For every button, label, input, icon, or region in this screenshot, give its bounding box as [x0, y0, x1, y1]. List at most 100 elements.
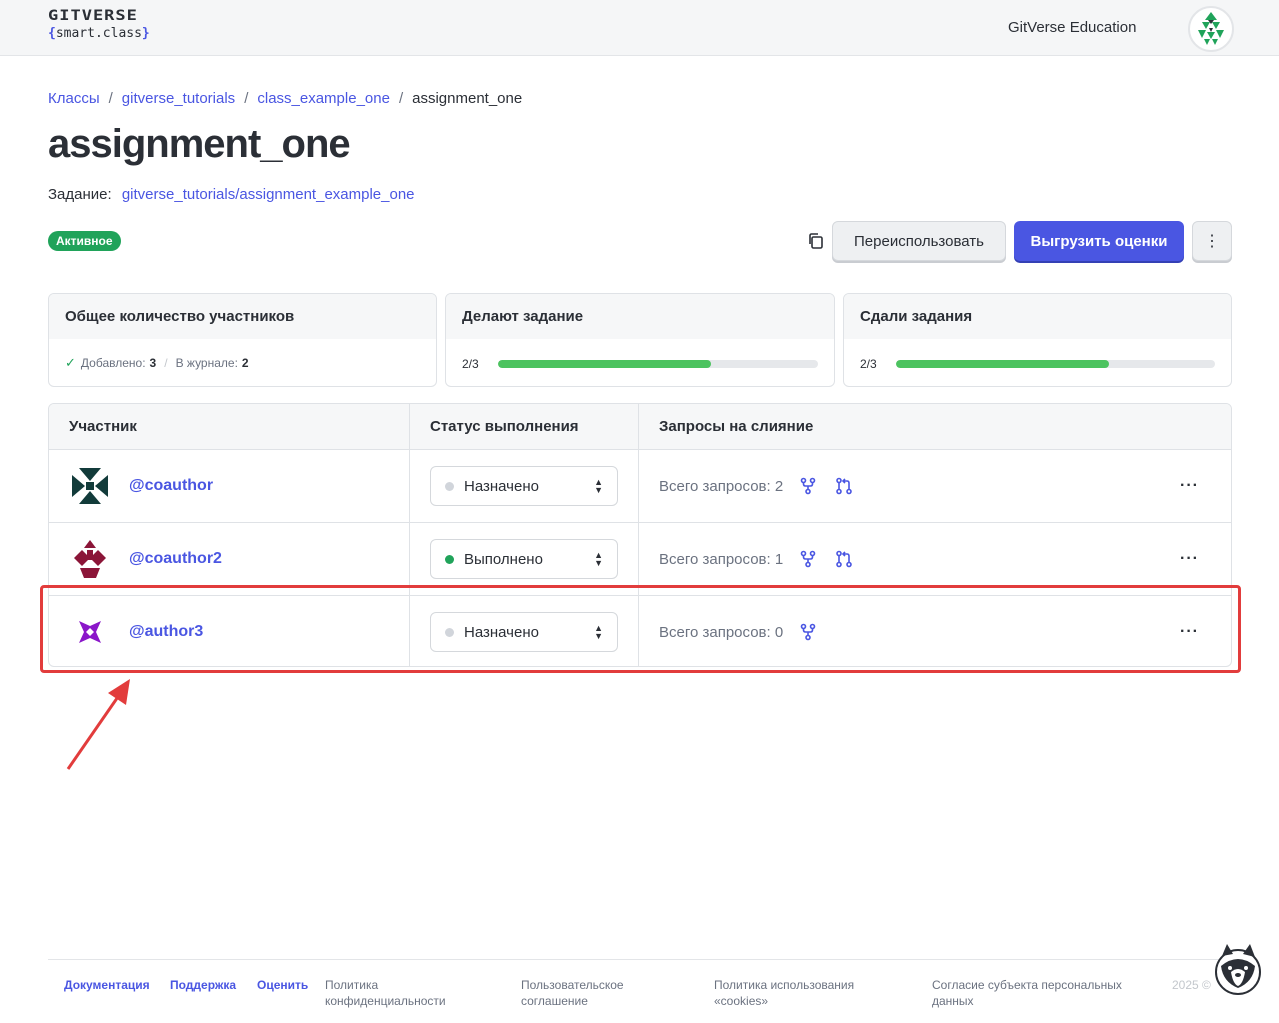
copy-icon[interactable] — [806, 231, 826, 251]
status-cell: Выполнено ▲ ▼ — [410, 523, 639, 595]
footer-cookies-line1: Политика использования — [714, 978, 855, 992]
in-progress-bar — [498, 360, 818, 368]
added-value: 3 — [149, 356, 157, 370]
footer-support-link[interactable]: Поддержка — [170, 977, 236, 993]
stats-separator: / — [164, 356, 168, 370]
breadcrumb: Классы / gitverse_tutorials / class_exam… — [48, 90, 522, 107]
requests-cell: Всего запросов: 2 ··· — [639, 450, 1231, 522]
submitted-card-body: 2/3 — [844, 339, 1231, 386]
status-cell: Назначено ▲ ▼ — [410, 596, 639, 666]
participant-cell: @coauthor — [49, 450, 410, 522]
table-row: @coauthor2 Выполнено ▲ ▼ Всего запросов: … — [49, 522, 1231, 595]
submitted-fraction: 2/3 — [860, 357, 877, 371]
participant-cell: @coauthor2 — [49, 523, 410, 595]
journal-label: В журнале: — [175, 356, 238, 370]
footer-cookies-link[interactable]: Политика использования «cookies» — [714, 977, 854, 1009]
reuse-button[interactable]: Переиспользовать — [832, 221, 1006, 261]
footer-docs-link[interactable]: Документация — [64, 977, 150, 993]
submitted-card: Сдали задания 2/3 — [843, 293, 1232, 387]
table-header: Участник Статус выполнения Запросы на сл… — [49, 404, 1231, 449]
logo-wordmark: GITVERSE — [48, 7, 138, 25]
status-badge: Активное — [48, 231, 121, 251]
organization-name[interactable]: GitVerse Education — [1008, 19, 1136, 36]
column-header-status: Статус выполнения — [410, 404, 639, 449]
footer-terms-link[interactable]: Пользовательское соглашение — [521, 977, 624, 1009]
table-row: @author3 Назначено ▲ ▼ Всего запросов: 0 … — [49, 595, 1231, 666]
participants-table: Участник Статус выполнения Запросы на сл… — [48, 403, 1232, 667]
footer-terms-line1: Пользовательское — [521, 978, 624, 992]
select-arrows-icon: ▲ ▼ — [594, 623, 603, 641]
in-progress-bar-fill — [498, 360, 712, 368]
user-avatar[interactable] — [69, 611, 111, 653]
footer-privacy-link[interactable]: Политика конфиденциальности — [325, 977, 446, 1009]
fork-icon[interactable] — [799, 623, 817, 641]
row-more-button[interactable]: ··· — [1180, 550, 1199, 568]
status-dot — [445, 554, 454, 564]
journal-value: 2 — [241, 356, 249, 370]
user-link[interactable]: @coauthor2 — [129, 550, 222, 568]
submitted-bar — [895, 360, 1215, 368]
in-progress-card-body: 2/3 — [446, 339, 834, 386]
fork-icon[interactable] — [799, 550, 817, 568]
requests-count: Всего запросов: 0 — [659, 623, 784, 641]
in-progress-card: Делают задание 2/3 — [445, 293, 835, 387]
added-label: Добавлено: — [80, 356, 146, 370]
select-arrows-icon: ▲ ▼ — [594, 477, 603, 495]
status-dot — [445, 627, 454, 637]
participants-card-body: ✓ Добавлено: 3 / В журнале: 2 — [49, 339, 436, 386]
top-bar: GITVERSE {smart.class} GitVerse Educatio… — [0, 0, 1279, 56]
assignment-repo-link[interactable]: gitverse_tutorials/assignment_example_on… — [122, 186, 415, 203]
row-more-button[interactable]: ··· — [1180, 623, 1199, 641]
user-link[interactable]: @author3 — [129, 623, 203, 641]
footer-copyright: 2025 © — [1172, 978, 1211, 992]
breadcrumb-class[interactable]: class_example_one — [257, 90, 390, 107]
row-more-button[interactable]: ··· — [1180, 477, 1199, 495]
logo-subtitle-text: smart.class — [55, 26, 142, 41]
footer-consent-link[interactable]: Согласие субъекта персональных данных — [932, 977, 1122, 1009]
breadcrumb-current: assignment_one — [412, 90, 523, 107]
logo-brace-close: } — [141, 26, 150, 41]
user-link[interactable]: @coauthor — [129, 477, 213, 495]
export-grades-button[interactable]: Выгрузить оценки — [1014, 221, 1184, 261]
pull-request-icon[interactable] — [835, 477, 853, 495]
more-actions-button[interactable]: ⋮ — [1192, 221, 1232, 261]
footer: Документация Поддержка Оценить Политика к… — [48, 959, 1232, 1023]
org-avatar-icon — [1198, 12, 1224, 45]
user-avatar[interactable] — [69, 465, 111, 507]
status-dot — [445, 481, 454, 491]
requests-cell: Всего запросов: 0 ··· — [639, 596, 1231, 666]
logo-brace-open: { — [48, 26, 56, 41]
status-value: Назначено — [464, 477, 539, 495]
annotation-arrow-icon — [66, 679, 130, 770]
breadcrumb-organization[interactable]: gitverse_tutorials — [122, 90, 235, 107]
participant-cell: @author3 — [49, 596, 410, 666]
participants-card: Общее количество участников ✓ Добавлено:… — [48, 293, 437, 387]
status-value: Назначено — [464, 623, 539, 641]
page-title: assignment_one — [48, 122, 351, 166]
logo-subtitle: {smart.class} — [48, 26, 150, 41]
footer-consent-line2: данных — [932, 994, 974, 1008]
status-select[interactable]: Назначено ▲ ▼ — [430, 466, 618, 506]
organization-avatar[interactable] — [1188, 6, 1234, 52]
assignment-label: Задание: — [48, 186, 112, 203]
requests-count: Всего запросов: 2 — [659, 477, 784, 495]
in-progress-card-title: Делают задание — [446, 294, 834, 339]
gitverse-logo[interactable]: GITVERSE {smart.class} — [48, 9, 150, 41]
mascot-assistant-icon[interactable] — [1213, 942, 1263, 996]
status-value: Выполнено — [464, 550, 543, 568]
footer-privacy-line1: Политика — [325, 978, 379, 992]
footer-rate-link[interactable]: Оценить — [257, 977, 308, 993]
check-icon: ✓ — [65, 355, 76, 370]
footer-consent-line1: Согласие субъекта персональных — [932, 978, 1122, 992]
requests-count: Всего запросов: 1 — [659, 550, 784, 568]
status-select[interactable]: Выполнено ▲ ▼ — [430, 539, 618, 579]
assignment-line: Задание: gitverse_tutorials/assignment_e… — [48, 186, 415, 203]
status-select[interactable]: Назначено ▲ ▼ — [430, 612, 618, 652]
footer-privacy-line2: конфиденциальности — [325, 994, 446, 1008]
footer-cookies-line2: «cookies» — [714, 994, 769, 1008]
user-avatar[interactable] — [69, 538, 111, 580]
column-header-merge-requests: Запросы на слияние — [659, 418, 814, 435]
breadcrumb-classes[interactable]: Классы — [48, 90, 100, 107]
fork-icon[interactable] — [799, 477, 817, 495]
pull-request-icon[interactable] — [835, 550, 853, 568]
